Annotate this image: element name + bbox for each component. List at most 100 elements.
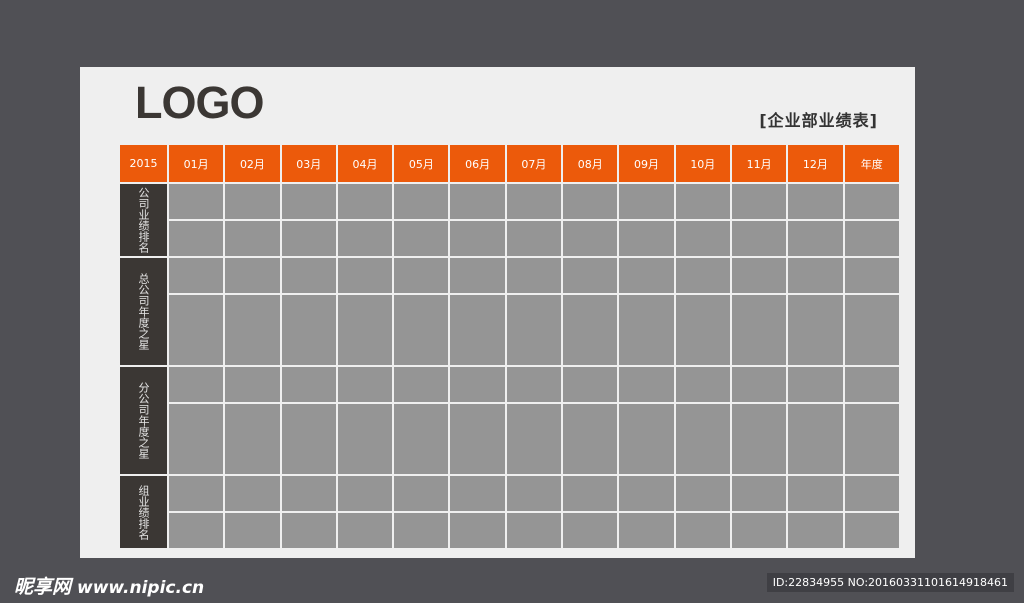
table-cell[interactable] (844, 367, 899, 402)
table-cell[interactable] (731, 476, 787, 511)
table-cell[interactable] (788, 404, 843, 474)
table-cell[interactable] (731, 404, 787, 474)
table-cell[interactable] (788, 258, 843, 293)
table-cell[interactable] (169, 258, 224, 293)
table-cell[interactable] (788, 367, 843, 402)
table-cell[interactable] (337, 367, 393, 402)
table-cell[interactable] (675, 404, 730, 474)
table-cell[interactable] (506, 258, 562, 293)
table-cell[interactable] (619, 513, 674, 548)
table-cell[interactable] (225, 404, 280, 474)
table-cell[interactable] (281, 513, 336, 548)
table-cell[interactable] (563, 184, 618, 219)
table-cell[interactable] (394, 258, 449, 293)
table-cell[interactable] (619, 404, 674, 474)
table-cell[interactable] (394, 513, 449, 548)
table-cell[interactable] (506, 221, 562, 256)
table-cell[interactable] (788, 295, 843, 365)
table-cell[interactable] (563, 258, 618, 293)
table-cell[interactable] (450, 404, 505, 474)
table-cell[interactable] (450, 184, 505, 219)
table-cell[interactable] (506, 367, 562, 402)
table-cell[interactable] (225, 221, 280, 256)
table-cell[interactable] (619, 184, 674, 219)
table-cell[interactable] (675, 295, 730, 365)
table-cell[interactable] (563, 295, 618, 365)
table-cell[interactable] (788, 184, 843, 219)
table-cell[interactable] (563, 513, 618, 548)
table-cell[interactable] (563, 221, 618, 256)
table-cell[interactable] (225, 476, 280, 511)
table-cell[interactable] (506, 295, 562, 365)
table-cell[interactable] (169, 295, 224, 365)
table-cell[interactable] (281, 221, 336, 256)
table-cell[interactable] (844, 295, 899, 365)
table-cell[interactable] (788, 476, 843, 511)
table-cell[interactable] (281, 184, 336, 219)
table-cell[interactable] (844, 258, 899, 293)
table-cell[interactable] (337, 295, 393, 365)
table-cell[interactable] (675, 367, 730, 402)
table-cell[interactable] (169, 513, 224, 548)
table-cell[interactable] (450, 513, 505, 548)
table-cell[interactable] (731, 184, 787, 219)
table-cell[interactable] (844, 404, 899, 474)
table-cell[interactable] (337, 404, 393, 474)
table-cell[interactable] (731, 295, 787, 365)
table-cell[interactable] (337, 513, 393, 548)
table-cell[interactable] (506, 476, 562, 511)
table-cell[interactable] (281, 367, 336, 402)
table-cell[interactable] (563, 404, 618, 474)
table-cell[interactable] (337, 258, 393, 293)
table-cell[interactable] (619, 295, 674, 365)
table-cell[interactable] (450, 476, 505, 511)
table-cell[interactable] (563, 367, 618, 402)
table-cell[interactable] (675, 184, 730, 219)
table-cell[interactable] (281, 295, 336, 365)
table-cell[interactable] (394, 476, 449, 511)
table-cell[interactable] (225, 184, 280, 219)
table-cell[interactable] (731, 258, 787, 293)
table-cell[interactable] (619, 258, 674, 293)
table-cell[interactable] (844, 184, 899, 219)
table-cell[interactable] (619, 476, 674, 511)
table-cell[interactable] (281, 258, 336, 293)
table-cell[interactable] (394, 295, 449, 365)
table-cell[interactable] (844, 476, 899, 511)
table-cell[interactable] (731, 513, 787, 548)
table-cell[interactable] (394, 184, 449, 219)
table-cell[interactable] (675, 513, 730, 548)
table-cell[interactable] (394, 367, 449, 402)
table-cell[interactable] (169, 221, 224, 256)
table-cell[interactable] (788, 221, 843, 256)
table-cell[interactable] (844, 513, 899, 548)
table-cell[interactable] (337, 476, 393, 511)
table-cell[interactable] (337, 184, 393, 219)
table-cell[interactable] (281, 404, 336, 474)
table-cell[interactable] (675, 476, 730, 511)
table-cell[interactable] (788, 513, 843, 548)
table-cell[interactable] (619, 367, 674, 402)
table-cell[interactable] (731, 221, 787, 256)
table-cell[interactable] (731, 367, 787, 402)
table-cell[interactable] (450, 258, 505, 293)
table-cell[interactable] (563, 476, 618, 511)
table-cell[interactable] (506, 184, 562, 219)
table-cell[interactable] (844, 221, 899, 256)
table-cell[interactable] (450, 221, 505, 256)
table-cell[interactable] (169, 476, 224, 511)
table-cell[interactable] (225, 295, 280, 365)
table-cell[interactable] (450, 367, 505, 402)
table-cell[interactable] (619, 221, 674, 256)
table-cell[interactable] (675, 221, 730, 256)
table-cell[interactable] (169, 404, 224, 474)
table-cell[interactable] (169, 184, 224, 219)
table-cell[interactable] (225, 513, 280, 548)
table-cell[interactable] (450, 295, 505, 365)
table-cell[interactable] (394, 221, 449, 256)
table-cell[interactable] (506, 404, 562, 474)
table-cell[interactable] (225, 258, 280, 293)
table-cell[interactable] (225, 367, 280, 402)
table-cell[interactable] (281, 476, 336, 511)
table-cell[interactable] (337, 221, 393, 256)
